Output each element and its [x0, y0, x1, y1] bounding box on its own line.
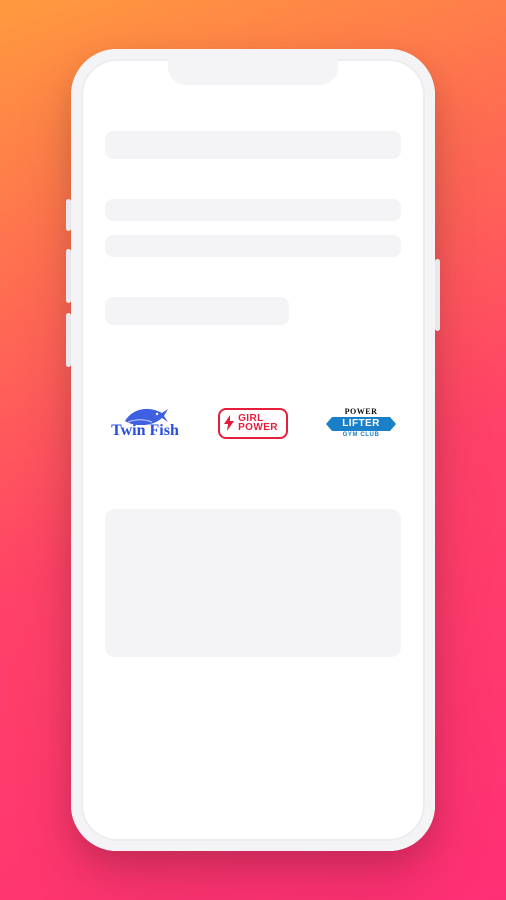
skeleton-line [105, 131, 401, 159]
brand-girl-power[interactable]: GIRL POWER [213, 401, 293, 445]
screen: Twin Fish GIRL POWER POWER LIFTER G [83, 61, 423, 839]
brand-power-lifter[interactable]: POWER LIFTER GYM CLUB [321, 401, 401, 445]
brand-power-lifter-sub: GYM CLUB [343, 432, 380, 438]
lightning-icon [224, 415, 234, 431]
brand-twin-fish-label: Twin Fish [111, 423, 179, 439]
skeleton-line [105, 297, 289, 325]
phone-side-button [435, 259, 440, 331]
skeleton-card [105, 509, 401, 657]
brand-power-lifter-top: POWER [345, 408, 378, 416]
skeleton-line [105, 199, 401, 221]
brand-girl-power-line2: POWER [238, 423, 278, 433]
phone-notch [168, 59, 338, 85]
phone-frame: Twin Fish GIRL POWER POWER LIFTER G [71, 49, 435, 851]
brands-row: Twin Fish GIRL POWER POWER LIFTER G [105, 397, 401, 451]
phone-side-button [66, 249, 71, 303]
phone-side-button [66, 199, 71, 231]
brand-power-lifter-banner: LIFTER [332, 417, 389, 431]
phone-side-button [66, 313, 71, 367]
skeleton-line [105, 235, 401, 257]
brand-twin-fish[interactable]: Twin Fish [105, 401, 185, 445]
